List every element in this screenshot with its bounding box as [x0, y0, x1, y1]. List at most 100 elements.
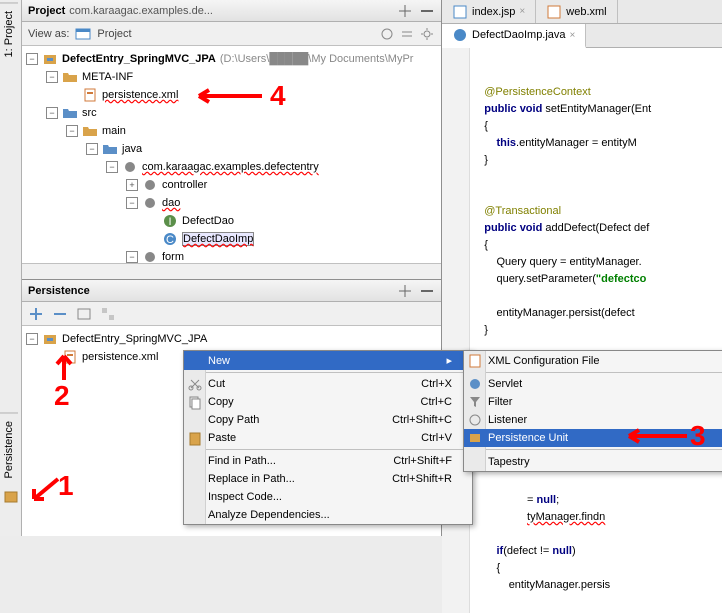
- sidebar-tab-persistence[interactable]: Persistence: [0, 412, 18, 486]
- xml-file-icon: [82, 87, 98, 103]
- project-breadcrumb: com.karaagac.examples.de...: [69, 5, 213, 17]
- code-editor[interactable]: @PersistenceContext public void setEntit…: [442, 48, 722, 613]
- submenu-arrow-icon: ▸: [446, 354, 452, 367]
- persistence-panel-header: Persistence: [22, 280, 441, 302]
- menu-label: Copy: [208, 396, 234, 408]
- sidebar-tab-project[interactable]: 1: Project: [0, 2, 18, 65]
- menu-copy[interactable]: Copy Ctrl+C: [184, 393, 472, 411]
- toolbar-collapse-all-icon[interactable]: [399, 26, 415, 42]
- folder-icon: [82, 123, 98, 139]
- package-icon: [142, 177, 158, 193]
- tree-metainf[interactable]: META-INF: [82, 71, 133, 83]
- project-tree[interactable]: − DefectEntry_SpringMVC_JPA (D:\Users\██…: [22, 46, 441, 263]
- tree-toggle[interactable]: +: [126, 179, 138, 191]
- hide-icon[interactable]: [419, 283, 435, 299]
- tree-persistence-xml[interactable]: persistence.xml: [102, 89, 178, 101]
- menu-find-in-path[interactable]: Find in Path... Ctrl+Shift+F: [184, 452, 472, 470]
- editor-tab-index[interactable]: index.jsp ×: [442, 0, 536, 23]
- toolbar-autoscroll-icon[interactable]: [379, 26, 395, 42]
- persist-root[interactable]: DefectEntry_SpringMVC_JPA: [62, 333, 207, 345]
- view-as-value[interactable]: Project: [97, 28, 131, 40]
- editor-tab-defectdaoimp[interactable]: DefectDaoImp.java ×: [442, 24, 586, 48]
- listener-icon: [467, 412, 483, 428]
- tree-toggle[interactable]: −: [46, 71, 58, 83]
- tree-toggle[interactable]: −: [46, 107, 58, 119]
- persist-xml[interactable]: persistence.xml: [82, 351, 158, 363]
- er-diagram-icon[interactable]: [100, 306, 116, 322]
- menu-analyze-dependencies[interactable]: Analyze Dependencies...: [184, 506, 472, 524]
- tree-toggle[interactable]: −: [26, 333, 38, 345]
- package-icon: [122, 159, 138, 175]
- project-panel-header: Project com.karaagac.examples.de...: [22, 0, 441, 22]
- tree-java[interactable]: java: [122, 143, 142, 155]
- svg-text:C: C: [166, 234, 174, 246]
- menu-shortcut: Ctrl+C: [421, 396, 452, 408]
- menu-copy-path[interactable]: Copy Path Ctrl+Shift+C: [184, 411, 472, 429]
- tree-toggle[interactable]: −: [66, 125, 78, 137]
- submenu-xml-config[interactable]: XML Configuration File ▸: [464, 351, 722, 370]
- tab-close-icon[interactable]: ×: [570, 30, 576, 41]
- tab-label: DefectDaoImp.java: [472, 29, 566, 41]
- expand-all-icon[interactable]: [28, 306, 44, 322]
- editor-tab-webxml[interactable]: web.xml: [536, 0, 617, 23]
- menu-label: Find in Path...: [208, 455, 276, 467]
- menu-inspect-code[interactable]: Inspect Code...: [184, 488, 472, 506]
- tree-dao[interactable]: dao: [162, 197, 180, 209]
- folder-icon: [62, 69, 78, 85]
- menu-shortcut: Ctrl+X: [421, 378, 452, 390]
- package-icon: [142, 195, 158, 211]
- menu-shortcut: Ctrl+Shift+F: [393, 455, 452, 467]
- submenu-persistence-unit[interactable]: Persistence Unit: [464, 429, 722, 447]
- menu-shortcut: Ctrl+V: [421, 432, 452, 444]
- project-panel-title: Project: [28, 5, 65, 17]
- persistence-panel-title: Persistence: [28, 285, 90, 297]
- xml-file-icon: [62, 349, 78, 365]
- package-icon: [142, 249, 158, 263]
- tree-defectdaoimp[interactable]: DefectDaoImp: [182, 232, 254, 246]
- view-as-label: View as:: [28, 28, 69, 40]
- menu-label: New: [208, 355, 230, 367]
- menu-label: Inspect Code...: [208, 491, 282, 503]
- tree-toggle[interactable]: −: [106, 161, 118, 173]
- tab-label: index.jsp: [472, 6, 515, 18]
- tree-form[interactable]: form: [162, 251, 184, 263]
- tab-close-icon[interactable]: ×: [519, 6, 525, 17]
- toolbar-settings-icon[interactable]: [419, 26, 435, 42]
- submenu-servlet[interactable]: Servlet: [464, 375, 722, 393]
- tree-src[interactable]: src: [82, 107, 97, 119]
- submenu-filter[interactable]: Filter: [464, 393, 722, 411]
- menu-shortcut: Ctrl+Shift+C: [392, 414, 452, 426]
- project-scrollbar[interactable]: [22, 263, 441, 279]
- tree-controller[interactable]: controller: [162, 179, 207, 191]
- tree-toggle[interactable]: −: [26, 53, 38, 65]
- project-view-icon: [75, 26, 91, 42]
- module-icon: [42, 51, 58, 67]
- tree-package[interactable]: com.karaagac.examples.defectentry: [142, 161, 319, 173]
- new-submenu: XML Configuration File ▸ Servlet Filter …: [463, 350, 722, 472]
- hide-icon[interactable]: [419, 3, 435, 19]
- collapse-all-icon[interactable]: [52, 306, 68, 322]
- tree-toggle[interactable]: −: [126, 197, 138, 209]
- menu-label: Tapestry: [488, 456, 530, 468]
- menu-replace-in-path[interactable]: Replace in Path... Ctrl+Shift+R: [184, 470, 472, 488]
- menu-new[interactable]: New ▸: [184, 351, 472, 370]
- module-icon: [42, 331, 58, 347]
- collapse-icon[interactable]: [397, 3, 413, 19]
- menu-cut[interactable]: Cut Ctrl+X: [184, 375, 472, 393]
- copy-icon: [187, 394, 203, 410]
- persistence-unit-icon: [467, 430, 483, 446]
- filter-icon: [467, 394, 483, 410]
- tree-toggle[interactable]: −: [86, 143, 98, 155]
- submenu-tapestry[interactable]: Tapestry ▸: [464, 452, 722, 471]
- console-icon[interactable]: [76, 306, 92, 322]
- tree-toggle[interactable]: −: [126, 251, 138, 263]
- collapse-icon[interactable]: [397, 283, 413, 299]
- xml-icon: [467, 353, 483, 369]
- tree-root[interactable]: DefectEntry_SpringMVC_JPA: [62, 53, 216, 65]
- menu-paste[interactable]: Paste Ctrl+V: [184, 429, 472, 447]
- submenu-listener[interactable]: Listener: [464, 411, 722, 429]
- context-menu: New ▸ Cut Ctrl+X Copy Ctrl+C Copy Path C…: [183, 350, 473, 525]
- tree-main[interactable]: main: [102, 125, 126, 137]
- tree-root-path: (D:\Users\█████\My Documents\MyPr: [220, 53, 414, 65]
- tree-defectdao[interactable]: DefectDao: [182, 215, 234, 227]
